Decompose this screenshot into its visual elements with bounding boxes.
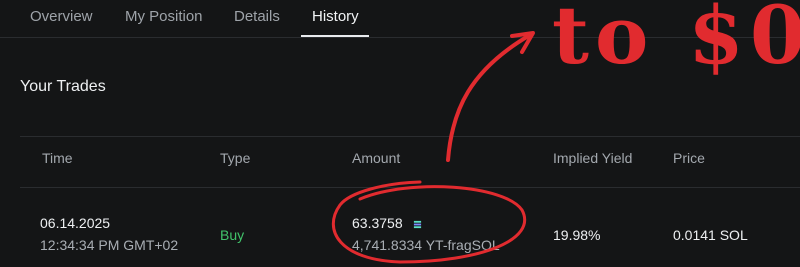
sol-token-icon [413, 220, 421, 228]
trade-type-badge: Buy [220, 227, 245, 243]
column-header-price: Price [673, 150, 705, 166]
column-header-type: Type [220, 150, 251, 166]
implied-yield-value: 19.98% [553, 227, 601, 243]
table-row[interactable]: 06.14.2025 12:34:34 PM GMT+02 Buy 63.375… [0, 186, 800, 267]
price-value: 0.0141 SOL [673, 227, 748, 243]
trade-date: 06.14.2025 [40, 215, 111, 231]
annotation-text: to $0 [552, 0, 800, 82]
tab-history[interactable]: History [312, 8, 359, 25]
tab-my-position[interactable]: My Position [125, 8, 203, 25]
amount-main: 63.3758 [352, 215, 422, 231]
trade-time: 12:34:34 PM GMT+02 [40, 237, 179, 253]
active-tab-indicator [301, 35, 369, 37]
amount-sub: 4,741.8334 YT-fragSOL [352, 237, 500, 253]
tab-overview[interactable]: Overview [30, 8, 93, 25]
column-header-time: Time [42, 150, 73, 166]
tab-details[interactable]: Details [234, 8, 280, 25]
column-header-amount: Amount [352, 150, 401, 166]
table-header: Time Type Amount Implied Yield Price [20, 136, 800, 188]
section-title: Your Trades [20, 78, 106, 95]
column-header-implied-yield: Implied Yield [553, 150, 633, 166]
amount-main-value: 63.3758 [352, 215, 403, 231]
